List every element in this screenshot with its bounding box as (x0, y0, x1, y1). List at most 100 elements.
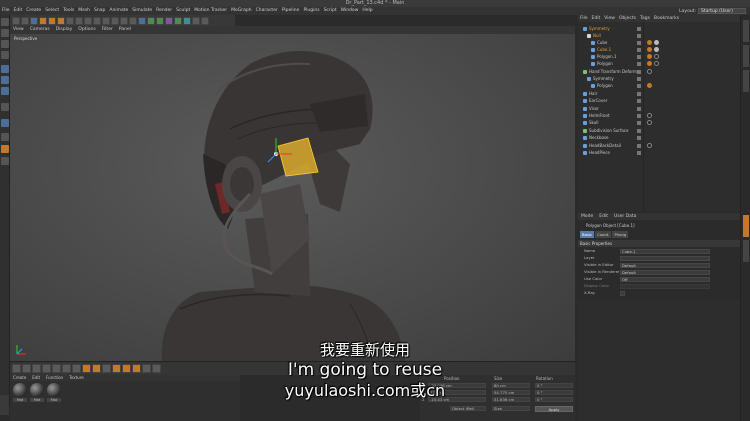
x-axis-icon[interactable] (75, 16, 83, 25)
light-icon[interactable] (201, 16, 209, 25)
object-row[interactable]: Polygon (578, 82, 740, 89)
use-color-dropdown[interactable]: Off (620, 276, 710, 282)
visibility-flag-icon[interactable] (637, 54, 641, 59)
visible-in-editor-dropdown[interactable]: Default (620, 262, 710, 268)
menu-edit[interactable]: Edit (12, 7, 25, 15)
size-mode-dropdown[interactable]: Size (492, 406, 530, 411)
vp-menu-cameras[interactable]: Cameras (27, 26, 53, 34)
menu-pipeline[interactable]: Pipeline (280, 7, 302, 15)
menu-file[interactable]: File (0, 7, 12, 15)
content-browser-side-tab[interactable] (743, 45, 749, 67)
menu-render[interactable]: Render (154, 7, 174, 15)
play-icon[interactable] (42, 364, 51, 373)
prev-frame-icon[interactable] (32, 364, 41, 373)
object-row[interactable]: Visor (578, 105, 740, 112)
object-row[interactable]: Hair (578, 90, 740, 97)
menu-snap[interactable]: Snap (92, 7, 107, 15)
menu-create[interactable]: Create (24, 7, 43, 15)
prev-key-icon[interactable] (22, 364, 31, 373)
object-row[interactable]: Skull (578, 119, 740, 126)
phong-tag-icon[interactable] (647, 47, 652, 52)
xray-checkbox[interactable] (620, 290, 625, 296)
record-icon[interactable] (82, 364, 91, 373)
object-row[interactable]: Symmetry (578, 25, 740, 32)
structure-side-tab[interactable] (743, 70, 749, 92)
visibility-flag-icon[interactable] (637, 143, 641, 148)
material-swatch-1[interactable] (13, 383, 27, 397)
model-mode-icon[interactable] (1, 29, 9, 37)
phong-tag-icon[interactable] (647, 61, 652, 66)
next-key-icon[interactable] (62, 364, 71, 373)
visibility-flag-icon[interactable] (637, 113, 641, 118)
material-tag-icon[interactable] (647, 120, 652, 125)
visible-in-renderer-dropdown[interactable]: Default (620, 269, 710, 275)
tab-coord[interactable]: Coord. (595, 231, 612, 238)
camera-icon[interactable] (192, 16, 200, 25)
texture-mode-icon[interactable] (1, 40, 9, 48)
obj-menu-tags[interactable]: Tags (638, 15, 652, 22)
menu-motion-tracker[interactable]: Motion Tracker (192, 7, 229, 15)
rotate-icon[interactable] (57, 16, 65, 25)
attr-menu-mode[interactable]: Mode (578, 213, 596, 220)
visibility-flag-icon[interactable] (637, 150, 641, 155)
material-tag-icon[interactable] (654, 47, 659, 52)
scene-icon[interactable] (183, 16, 191, 25)
attr-menu-edit[interactable]: Edit (596, 213, 611, 220)
vp-menu-filter[interactable]: Filter (99, 26, 116, 34)
menu-tools[interactable]: Tools (61, 7, 76, 15)
array-icon[interactable] (165, 16, 173, 25)
visibility-flag-icon[interactable] (637, 120, 641, 125)
position-key-icon[interactable] (112, 364, 121, 373)
phong-tag-icon[interactable] (647, 83, 652, 88)
material-tag-icon[interactable] (647, 69, 652, 74)
pla-key-icon[interactable] (152, 364, 161, 373)
visibility-flag-icon[interactable] (637, 83, 641, 88)
y-axis-icon[interactable] (84, 16, 92, 25)
objects-side-tab[interactable] (743, 20, 749, 42)
attributes-side-tab[interactable] (743, 215, 749, 237)
vp-menu-view[interactable]: View (10, 26, 27, 34)
vp-menu-panel[interactable]: Panel (116, 26, 134, 34)
object-row[interactable]: Cube (578, 39, 740, 46)
menu-mesh[interactable]: Mesh (76, 7, 92, 15)
vp-menu-display[interactable]: Display (53, 26, 76, 34)
menu-mograph[interactable]: MoGraph (229, 7, 253, 15)
points-mode-icon[interactable] (1, 65, 9, 73)
object-row[interactable]: HeadBackDetail (578, 142, 740, 149)
tab-phong[interactable]: Phong (612, 231, 629, 238)
visibility-flag-icon[interactable] (637, 33, 641, 38)
phong-tag-icon[interactable] (647, 54, 652, 59)
obj-menu-view[interactable]: View (602, 15, 617, 22)
polygons-mode-icon[interactable] (1, 87, 9, 95)
keyframe-selection-icon[interactable] (102, 364, 111, 373)
object-row[interactable]: Subdivision Surface (578, 127, 740, 134)
object-row[interactable]: Polygon.1 (578, 53, 740, 60)
render-view-icon[interactable] (111, 16, 119, 25)
visibility-flag-icon[interactable] (637, 135, 641, 140)
menu-simulate[interactable]: Simulate (130, 7, 154, 15)
menu-animate[interactable]: Animate (107, 7, 130, 15)
redo-icon[interactable] (21, 16, 29, 25)
3d-viewport[interactable]: Perspective (10, 34, 575, 361)
visibility-flag-icon[interactable] (637, 76, 641, 81)
material-tag-icon[interactable] (654, 40, 659, 45)
scale-key-icon[interactable] (122, 364, 131, 373)
coord-mode-dropdown[interactable]: Object (Rel) (450, 406, 486, 411)
nurbs-icon[interactable] (156, 16, 164, 25)
rotation-key-icon[interactable] (132, 364, 141, 373)
lock-workplane-icon[interactable] (1, 145, 9, 153)
material-tag-icon[interactable] (654, 54, 659, 59)
recent-tool-icon[interactable] (66, 16, 74, 25)
live-selection-icon[interactable] (30, 16, 38, 25)
tweak-mode-icon[interactable] (1, 119, 9, 127)
menu-select[interactable]: Select (43, 7, 61, 15)
obj-menu-edit[interactable]: Edit (590, 15, 603, 22)
next-frame-icon[interactable] (52, 364, 61, 373)
menu-character[interactable]: Character (254, 7, 280, 15)
object-row[interactable]: Hand Transform Deform (578, 68, 740, 75)
subdivision-icon[interactable] (147, 16, 155, 25)
visibility-flag-icon[interactable] (637, 40, 641, 45)
object-row[interactable]: Neckbase (578, 134, 740, 141)
object-row[interactable]: Null (578, 32, 740, 39)
visibility-flag-icon[interactable] (637, 91, 641, 96)
